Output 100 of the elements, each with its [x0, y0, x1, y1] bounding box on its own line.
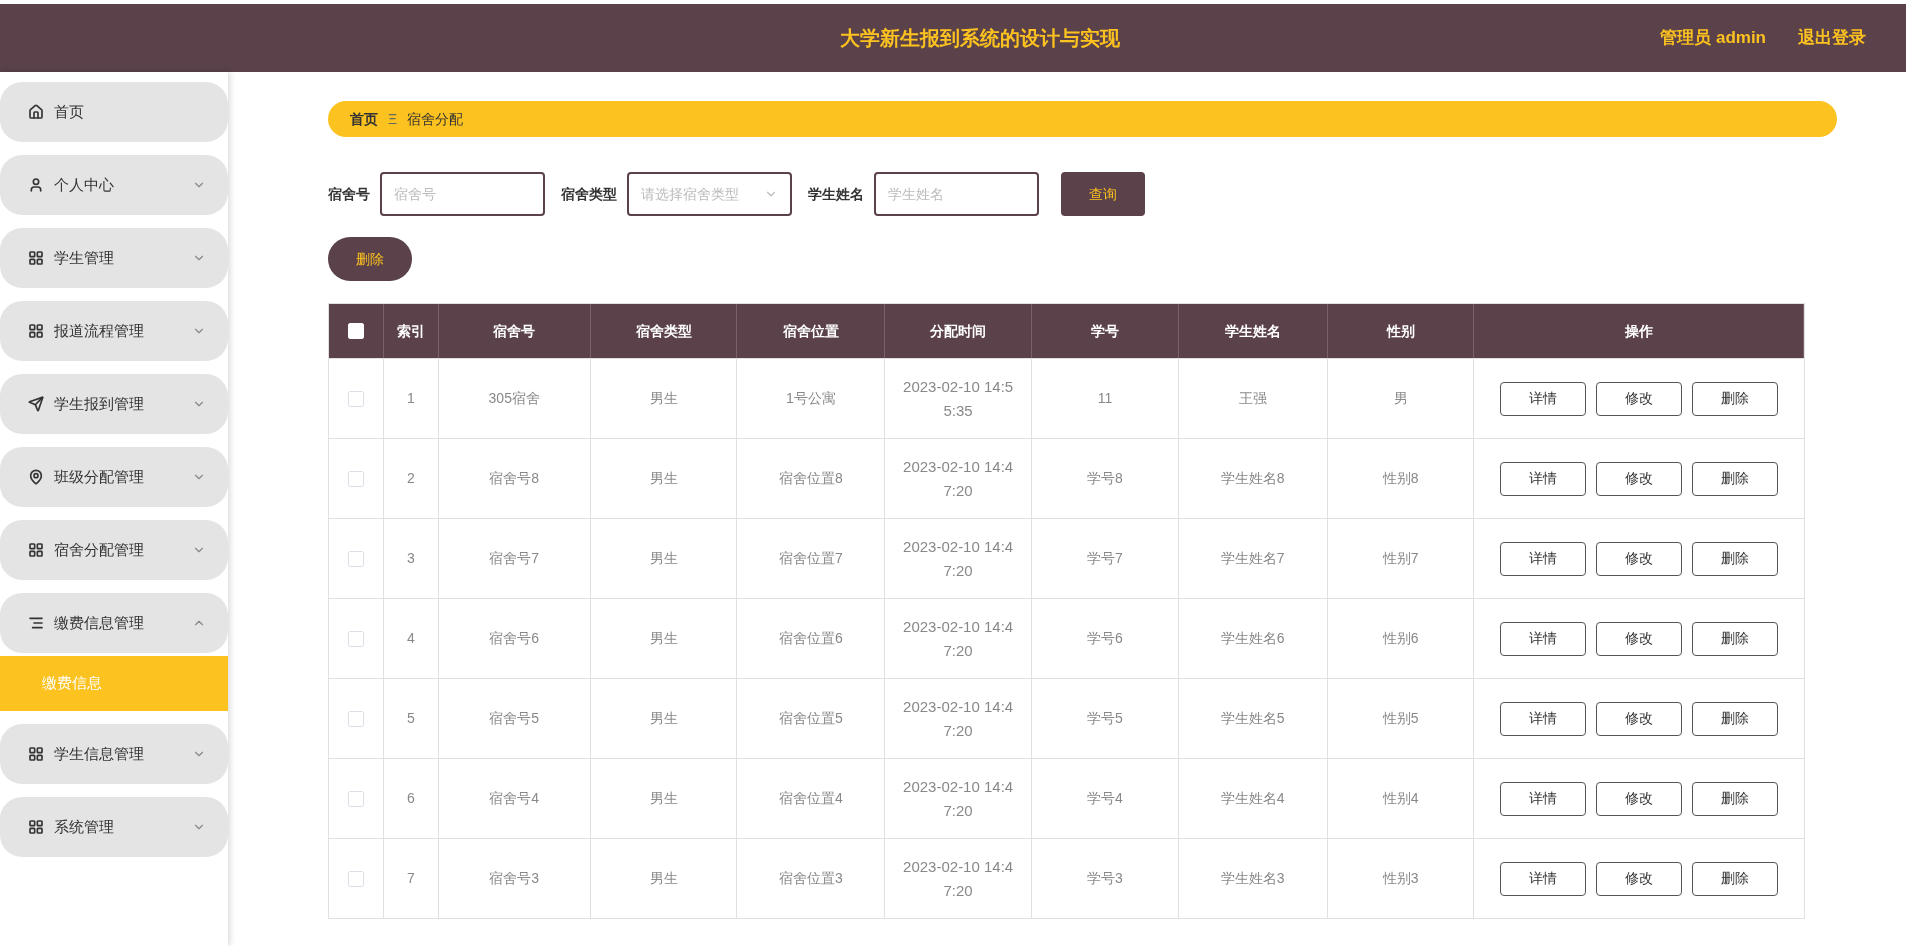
- table-cell-text: 男生: [649, 389, 678, 408]
- table-cell-text: 5: [407, 709, 415, 728]
- checkbox[interactable]: [347, 470, 364, 487]
- home-icon: [28, 104, 44, 120]
- table-cell-text: 宿舍号8: [489, 469, 540, 488]
- action-button[interactable]: 详情: [1500, 461, 1587, 496]
- column-header: 宿舍类型: [590, 304, 738, 358]
- table-cell-text: 男: [1393, 389, 1408, 408]
- checkbox[interactable]: [347, 390, 364, 407]
- table-cell-text: 学生姓名6: [1220, 629, 1285, 648]
- table-cell-text: 学号6: [1087, 629, 1123, 648]
- action-button[interactable]: 修改: [1596, 461, 1683, 496]
- table-cell-text: 男生: [649, 629, 678, 648]
- action-button[interactable]: 修改: [1596, 541, 1683, 576]
- breadcrumb-separator: Ξ: [388, 109, 398, 129]
- table-cell-text: 宿舍号7: [489, 549, 540, 568]
- action-button[interactable]: 详情: [1500, 861, 1587, 896]
- table-cell-text: 男生: [649, 549, 678, 568]
- action-button[interactable]: 详情: [1500, 541, 1587, 576]
- table-cell-text: 男生: [649, 869, 678, 888]
- table-cell-text: 学号7: [1087, 549, 1123, 568]
- table-cell-text: 11: [1097, 389, 1113, 408]
- menu-item[interactable]: 系统管理: [0, 797, 228, 857]
- action-button[interactable]: 修改: [1596, 621, 1683, 656]
- table-cell-text: 宿舍位置3: [778, 869, 843, 888]
- menu-item[interactable]: 首页: [0, 82, 228, 142]
- paper-plane-icon: [28, 396, 44, 412]
- grid-icon: [28, 323, 44, 339]
- table-cell-text: 学号3: [1087, 869, 1123, 888]
- logout-link[interactable]: 退出登录: [1798, 25, 1866, 51]
- admin-user: 管理员 admin: [1660, 27, 1766, 50]
- list-icon: [28, 615, 44, 631]
- table-cell-text: 7: [407, 869, 415, 888]
- table-cell-text: 性别5: [1382, 709, 1419, 728]
- menu-item[interactable]: 班级分配管理: [0, 447, 228, 507]
- action-button[interactable]: 删除: [1692, 781, 1779, 816]
- menu-item[interactable]: 宿舍分配管理: [0, 520, 228, 580]
- table-cell-text: 学生姓名4: [1220, 789, 1285, 808]
- delete-button[interactable]: 删除: [328, 237, 412, 281]
- column-header: 性别: [1327, 304, 1475, 358]
- menu-item[interactable]: 缴费信息管理: [0, 593, 228, 653]
- search-input[interactable]: 学生姓名: [874, 172, 1039, 216]
- action-button[interactable]: 删除: [1692, 621, 1779, 656]
- breadcrumb-current: 宿舍分配: [407, 109, 464, 129]
- field-label: 宿舍号: [328, 184, 370, 204]
- table-cell-text: 宿舍位置6: [778, 629, 843, 648]
- table-cell-text: 3: [407, 549, 415, 568]
- search-button[interactable]: 查询: [1061, 172, 1145, 216]
- menu-item[interactable]: 学生信息管理: [0, 724, 228, 784]
- search-input[interactable]: 宿舍号: [380, 172, 545, 216]
- table-cell-text: 学生姓名8: [1220, 469, 1285, 488]
- checkbox[interactable]: [347, 710, 364, 727]
- user-icon: [28, 177, 44, 193]
- table-cell-text: 学号5: [1087, 709, 1123, 728]
- table-cell-text: 王强: [1238, 389, 1267, 408]
- action-button[interactable]: 详情: [1500, 701, 1587, 736]
- action-button[interactable]: 修改: [1596, 781, 1683, 816]
- menu-item[interactable]: 个人中心: [0, 155, 228, 215]
- table-cell-text: 4: [407, 629, 415, 648]
- action-button[interactable]: 修改: [1596, 861, 1683, 896]
- action-button[interactable]: 修改: [1596, 701, 1683, 736]
- table-cell-text: 1: [407, 389, 415, 408]
- grid-icon: [28, 746, 44, 762]
- table-cell-text: 2023-02-10 14:47:20: [902, 696, 1015, 741]
- column-header: 学生姓名: [1178, 304, 1328, 358]
- table-cell-text: 宿舍位置4: [778, 789, 843, 808]
- action-button[interactable]: 修改: [1596, 381, 1683, 416]
- menu-item[interactable]: 报道流程管理: [0, 301, 228, 361]
- grid-icon: [28, 819, 44, 835]
- table-cell-text: 1号公寓: [785, 389, 836, 408]
- field-label: 学生姓名: [808, 184, 864, 204]
- pin-icon: [28, 469, 44, 485]
- action-button[interactable]: 删除: [1692, 861, 1779, 896]
- action-button[interactable]: 删除: [1692, 381, 1779, 416]
- checkbox[interactable]: [347, 790, 364, 807]
- table-cell-text: 2: [407, 469, 415, 488]
- action-button[interactable]: 删除: [1692, 541, 1779, 576]
- table-cell-text: 305宿舍: [488, 389, 540, 408]
- menu-item[interactable]: 学生管理: [0, 228, 228, 288]
- menu-item[interactable]: 学生报到管理: [0, 374, 228, 434]
- action-button[interactable]: 删除: [1692, 701, 1779, 736]
- column-header: 索引: [383, 304, 439, 358]
- checkbox[interactable]: [347, 550, 364, 567]
- table-cell-text: 宿舍号5: [489, 709, 540, 728]
- action-button[interactable]: 详情: [1500, 621, 1587, 656]
- table-cell-text: 宿舍号3: [489, 869, 540, 888]
- action-button[interactable]: 删除: [1692, 461, 1779, 496]
- column-header: 宿舍号: [438, 304, 591, 358]
- table-cell-text: 学生姓名5: [1220, 709, 1285, 728]
- table-cell-text: 学生姓名7: [1220, 549, 1285, 568]
- checkbox[interactable]: [347, 870, 364, 887]
- table-cell-text: 学号4: [1087, 789, 1123, 808]
- table-cell-text: 学生姓名3: [1220, 869, 1285, 888]
- checkbox[interactable]: [347, 630, 364, 647]
- table-cell-text: 6: [407, 789, 415, 808]
- action-button[interactable]: 详情: [1500, 381, 1587, 416]
- action-button[interactable]: 详情: [1500, 781, 1587, 816]
- breadcrumb-home[interactable]: 首页: [350, 108, 378, 130]
- table-cell-text: 性别3: [1382, 869, 1419, 888]
- table-cell-text: 男生: [649, 709, 678, 728]
